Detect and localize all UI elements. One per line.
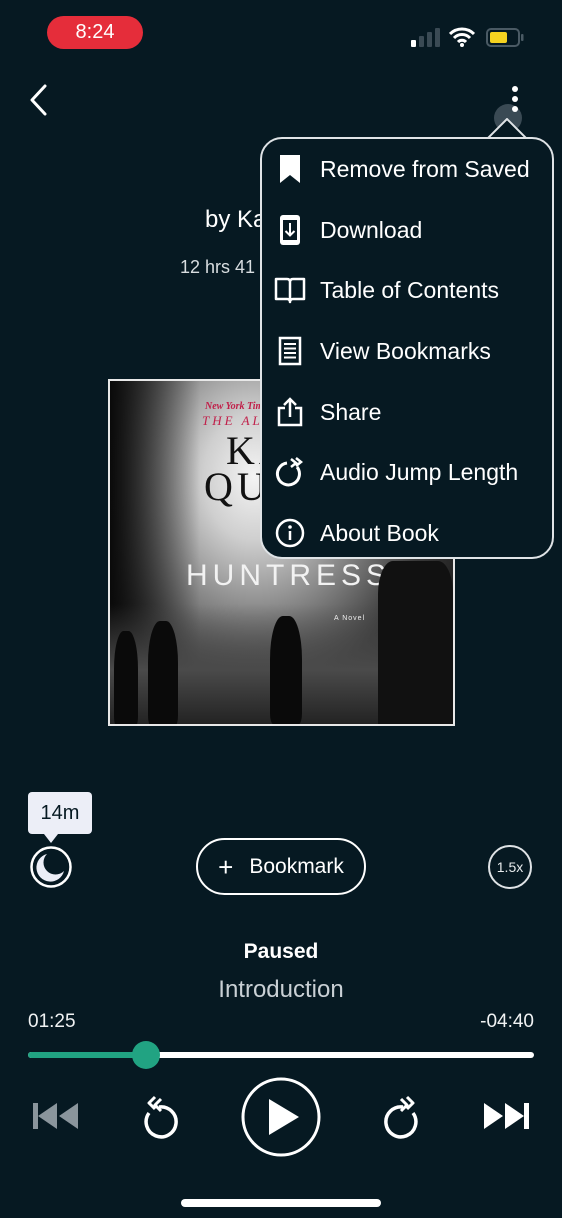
share-icon <box>272 394 308 430</box>
download-device-icon <box>272 212 308 248</box>
menu-item-download[interactable]: Download <box>272 205 552 255</box>
cover-subtitle: A Novel <box>334 615 366 622</box>
menu-item-label: Share <box>320 398 382 425</box>
play-icon <box>241 1077 321 1157</box>
progress-slider[interactable] <box>28 1041 534 1069</box>
menu-pointer <box>487 118 527 139</box>
open-book-icon <box>272 272 308 308</box>
playback-speed-button[interactable]: 1.5x <box>488 845 532 889</box>
skip-back-icon <box>33 1103 78 1129</box>
moon-icon <box>30 846 72 888</box>
playback-state: Paused <box>243 940 319 963</box>
fast-forward-icon <box>384 1095 418 1139</box>
plus-icon: + <box>218 851 234 882</box>
title-block: The Huntress by Ka 12 hrs 41 <box>0 130 262 290</box>
menu-item-audio-jump-length[interactable]: Audio Jump Length <box>272 447 552 497</box>
menu-item-label: Audio Jump Length <box>320 458 519 485</box>
previous-chapter-button[interactable] <box>30 1098 82 1134</box>
wifi-icon <box>449 27 475 47</box>
list-document-icon <box>272 333 308 369</box>
bookmark-filled-icon <box>272 151 308 187</box>
elapsed-time: 01:25 <box>28 1011 76 1032</box>
info-icon <box>272 515 308 551</box>
menu-item-table-of-contents[interactable]: Table of Contents <box>272 265 552 315</box>
cover-banner-text: New York Tim <box>205 401 264 412</box>
progress-thumb[interactable] <box>132 1041 161 1069</box>
play-button[interactable] <box>241 1077 321 1157</box>
remaining-time: -04:40 <box>480 1011 534 1032</box>
cellular-signal-icon <box>411 28 440 47</box>
sleep-timer-tooltip: 14m <box>28 792 92 843</box>
menu-item-remove-from-saved[interactable]: Remove from Saved <box>272 144 552 194</box>
skip-forward-icon <box>484 1103 529 1129</box>
book-author: by Ka <box>205 206 262 233</box>
rewind-button[interactable] <box>138 1093 184 1141</box>
cover-figure-right <box>378 561 453 724</box>
battery-icon <box>486 28 524 47</box>
fast-forward-button[interactable] <box>378 1093 424 1141</box>
rewind-icon <box>144 1095 178 1139</box>
sleep-timer-button[interactable] <box>29 845 73 889</box>
menu-item-label: Table of Contents <box>320 276 500 303</box>
menu-item-label: Remove from Saved <box>320 155 530 182</box>
jump-forward-icon <box>272 454 308 490</box>
book-title: The Huntress <box>0 146 262 180</box>
bookmark-label: Bookmark <box>249 854 344 878</box>
cover-figure-left <box>148 621 178 724</box>
status-time: 8:24 <box>47 16 143 49</box>
menu-item-label: View Bookmarks <box>320 337 491 364</box>
menu-item-share[interactable]: Share <box>272 387 552 437</box>
cover-figure-woman <box>270 616 302 724</box>
back-button[interactable] <box>24 82 54 118</box>
menu-item-view-bookmarks[interactable]: View Bookmarks <box>272 326 552 376</box>
add-bookmark-button[interactable]: + Bookmark <box>196 838 366 895</box>
home-indicator <box>181 1199 381 1207</box>
cover-figure-far-left <box>114 631 138 724</box>
menu-item-about-book[interactable]: About Book <box>272 508 552 558</box>
progress-fill <box>28 1052 147 1058</box>
next-chapter-button[interactable] <box>480 1098 532 1134</box>
cover-title: HUNTRESS <box>186 559 392 592</box>
chevron-left-icon <box>30 84 47 116</box>
menu-item-label: Download <box>320 216 423 243</box>
chapter-title: Introduction <box>218 976 344 1003</box>
book-duration: 12 hrs 41 <box>180 257 256 277</box>
options-menu: Remove from Saved Download Table of Cont… <box>260 137 554 559</box>
menu-item-label: About Book <box>320 519 439 546</box>
